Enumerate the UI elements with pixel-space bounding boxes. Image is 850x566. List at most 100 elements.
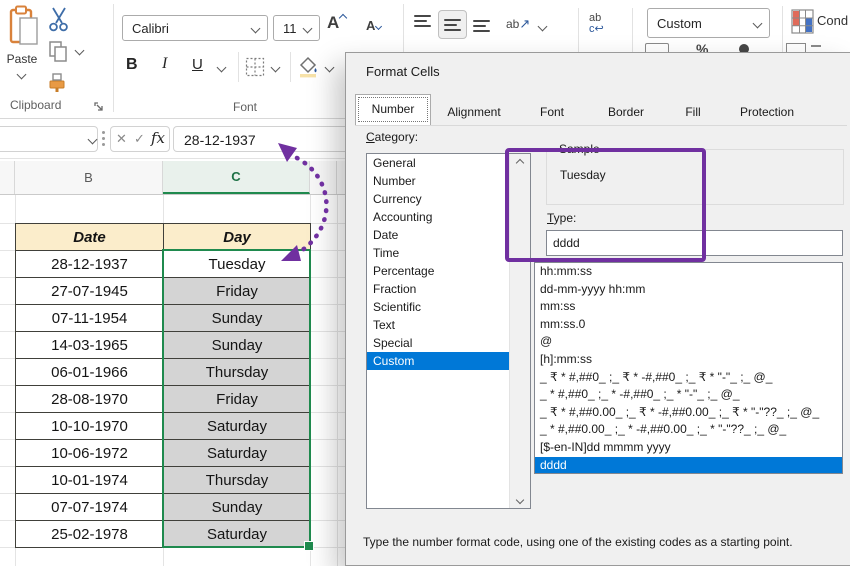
decrease-decimal-icon[interactable] (811, 45, 821, 47)
day-cell[interactable]: Thursday (164, 467, 311, 494)
paste-button[interactable] (8, 5, 42, 49)
date-cell[interactable]: 25-02-1978 (16, 521, 164, 548)
category-item[interactable]: Text (367, 316, 530, 334)
category-list-scrollbar[interactable] (509, 154, 530, 508)
day-cell[interactable]: Friday (164, 386, 311, 413)
format-code-item[interactable]: hh:mm:ss (535, 263, 842, 281)
bold-button[interactable]: B (126, 56, 138, 74)
borders-button[interactable] (245, 57, 265, 82)
date-cell[interactable]: 10-01-1974 (16, 467, 164, 494)
tab-border[interactable]: Border (587, 99, 665, 125)
number-format-combo[interactable]: Custom (647, 8, 770, 38)
day-cell[interactable]: Tuesday (164, 251, 311, 278)
paste-dropdown-chevron[interactable] (17, 70, 27, 80)
tab-number[interactable]: Number (355, 94, 431, 125)
day-cell[interactable]: Sunday (164, 494, 311, 521)
category-item[interactable]: Fraction (367, 280, 530, 298)
increase-decimal-icon[interactable] (786, 43, 806, 52)
format-code-item[interactable]: dddd (535, 457, 842, 474)
category-list[interactable]: GeneralNumberCurrencyAccountingDateTimeP… (366, 153, 531, 509)
day-cell[interactable]: Thursday (164, 359, 311, 386)
top-align-button[interactable] (414, 15, 431, 27)
format-code-item[interactable]: _ * #,##0.00_ ;_ * -#,##0.00_ ;_ * "-"??… (535, 421, 842, 439)
column-header-a[interactable] (0, 161, 15, 194)
cancel-button[interactable]: ✕ (116, 131, 127, 147)
decrease-font-size-button[interactable]: A (366, 18, 380, 33)
enter-button[interactable]: ✓ (134, 131, 145, 147)
day-cell[interactable]: Sunday (164, 305, 311, 332)
percent-style-icon[interactable]: % (696, 41, 708, 52)
category-item[interactable]: Time (367, 244, 530, 262)
italic-button[interactable]: I (162, 55, 167, 73)
category-item[interactable]: Percentage (367, 262, 530, 280)
date-cell[interactable]: 27-07-1945 (16, 278, 164, 305)
format-code-item[interactable]: _ * #,##0_ ;_ * -#,##0_ ;_ * "-"_ ;_ @_ (535, 386, 842, 404)
date-cell[interactable]: 28-12-1937 (16, 251, 164, 278)
formula-bar-drag-handle[interactable] (102, 131, 105, 146)
column-header-c[interactable]: C (163, 161, 310, 194)
category-item[interactable]: General (367, 154, 530, 172)
format-code-item[interactable]: _ ₹ * #,##0.00_ ;_ ₹ * -#,##0.00_ ;_ ₹ *… (535, 404, 842, 422)
wrap-text-button[interactable]: ab c↩ (589, 13, 604, 35)
name-box[interactable] (0, 126, 98, 152)
date-cell[interactable]: 06-01-1966 (16, 359, 164, 386)
comma-style-icon[interactable] (739, 44, 749, 52)
insert-function-button[interactable]: fx (151, 129, 165, 147)
day-cell[interactable]: Sunday (164, 332, 311, 359)
borders-dropdown-chevron[interactable] (271, 63, 281, 73)
cut-button[interactable] (48, 7, 70, 38)
category-item[interactable]: Scientific (367, 298, 530, 316)
font-name-combo[interactable]: Calibri (122, 15, 268, 41)
merge-center-icon[interactable] (645, 43, 669, 52)
day-cell[interactable]: Saturday (164, 440, 311, 467)
date-cell[interactable]: 10-10-1970 (16, 413, 164, 440)
format-code-item[interactable]: _ ₹ * #,##0_ ;_ ₹ * -#,##0_ ;_ ₹ * "-"_ … (535, 369, 842, 387)
date-cell[interactable]: 07-07-1974 (16, 494, 164, 521)
format-code-list[interactable]: hh:mm:ssdd-mm-yyyy hh:mmmm:ssmm:ss.0@[h]… (534, 262, 843, 474)
category-item[interactable]: Custom (367, 352, 530, 370)
clipboard-dialog-launcher-icon[interactable] (94, 100, 105, 118)
conditional-formatting-button[interactable] (791, 8, 814, 40)
date-cell[interactable]: 14-03-1965 (16, 332, 164, 359)
format-painter-button[interactable] (46, 71, 68, 98)
format-code-item[interactable]: dd-mm-yyyy hh:mm (535, 281, 842, 299)
category-item[interactable]: Number (367, 172, 530, 190)
category-item[interactable]: Special (367, 334, 530, 352)
category-item[interactable]: Date (367, 226, 530, 244)
category-item[interactable]: Currency (367, 190, 530, 208)
scroll-down-icon[interactable] (510, 491, 530, 508)
format-code-item[interactable]: [h]:mm:ss (535, 351, 842, 369)
tab-protection[interactable]: Protection (721, 99, 813, 125)
type-input[interactable]: dddd (546, 230, 843, 256)
fill-color-button[interactable] (297, 56, 319, 83)
format-code-item[interactable]: @ (535, 333, 842, 351)
font-size-combo[interactable]: 11 (273, 15, 320, 41)
date-cell[interactable]: 07-11-1954 (16, 305, 164, 332)
bottom-align-button[interactable] (473, 20, 490, 32)
format-code-item[interactable]: mm:ss (535, 298, 842, 316)
orientation-dropdown-chevron[interactable] (538, 22, 548, 32)
fill-color-dropdown-chevron[interactable] (325, 63, 335, 73)
paste-label[interactable]: Paste (0, 52, 44, 66)
copy-button[interactable] (49, 41, 69, 68)
date-cell[interactable]: 28-08-1970 (16, 386, 164, 413)
underline-dropdown-chevron[interactable] (217, 63, 227, 73)
underline-button[interactable]: U (192, 56, 203, 73)
column-header-d[interactable] (310, 161, 337, 194)
middle-align-button[interactable] (438, 10, 467, 39)
format-code-item[interactable]: mm:ss.0 (535, 316, 842, 334)
scroll-up-icon[interactable] (510, 154, 530, 171)
day-cell[interactable]: Saturday (164, 413, 311, 440)
tab-fill[interactable]: Fill (665, 99, 721, 125)
header-cell[interactable]: Day (164, 224, 311, 251)
increase-font-size-button[interactable]: A (327, 13, 345, 33)
format-code-item[interactable]: [$-en-IN]dd mmmm yyyy (535, 439, 842, 457)
copy-dropdown-chevron[interactable] (75, 46, 85, 56)
category-item[interactable]: Accounting (367, 208, 530, 226)
orientation-button[interactable]: ab↗ (506, 16, 530, 32)
day-cell[interactable]: Saturday (164, 521, 311, 548)
date-cell[interactable]: 10-06-1972 (16, 440, 164, 467)
tab-alignment[interactable]: Alignment (431, 99, 517, 125)
column-header-b[interactable]: B (15, 161, 163, 194)
header-cell[interactable]: Date (16, 224, 164, 251)
